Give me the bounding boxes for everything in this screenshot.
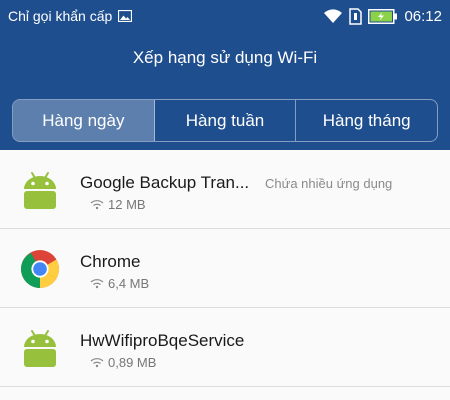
app-name: Chrome [80, 252, 141, 271]
status-left: Chỉ gọi khẩn cấp [8, 6, 133, 26]
usage-row: 0,89 MB [90, 354, 156, 370]
app-name: Google Backup Tran... [80, 173, 250, 192]
carrier-text: Chỉ gọi khẩn cấp [8, 8, 113, 24]
wifi-icon [90, 199, 104, 209]
android-icon [24, 172, 56, 209]
clock-time: 06:12 [404, 7, 442, 25]
sim-icon [349, 7, 363, 25]
list-item[interactable]: HwWifiproBqeService 0,89 MB [0, 308, 450, 387]
android-icon [24, 330, 56, 367]
list-item[interactable]: Google Backup Tran... Chứa nhiều ứng dụn… [0, 150, 450, 229]
app-header: Chỉ gọi khẩn cấp 06:12 Xếp hạng sử dụng … [0, 0, 450, 150]
tab-weekly[interactable]: Hàng tuần [155, 100, 297, 141]
image-icon [118, 10, 133, 22]
battery-icon [368, 8, 398, 24]
usage-amount: 0,89 MB [108, 354, 157, 370]
usage-row: 6,4 MB [90, 275, 149, 291]
page-title: Xếp hạng sử dụng Wi-Fi [132, 48, 318, 67]
wifi-icon [90, 278, 104, 288]
wifi-icon [324, 9, 343, 23]
tab-daily[interactable]: Hàng ngày [13, 100, 155, 141]
usage-amount: 12 MB [108, 196, 146, 212]
list-item[interactable]: Chrome 6,4 MB [0, 229, 450, 308]
status-right: 06:12 [323, 6, 442, 26]
app-usage-list: Google Backup Tran... Chứa nhiều ứng dụn… [0, 150, 450, 400]
app-note: Chứa nhiều ứng dụng [265, 176, 393, 191]
usage-row: 12 MB [90, 196, 146, 212]
usage-amount: 6,4 MB [108, 275, 150, 291]
status-bar: Chỉ gọi khẩn cấp 06:12 [0, 0, 450, 32]
app-name: HwWifiproBqeService [80, 331, 245, 350]
chrome-icon [21, 250, 59, 288]
period-tabs: Hàng ngày Hàng tuần Hàng tháng [12, 99, 438, 142]
wifi-icon [90, 357, 104, 367]
tab-monthly[interactable]: Hàng tháng [296, 100, 437, 141]
